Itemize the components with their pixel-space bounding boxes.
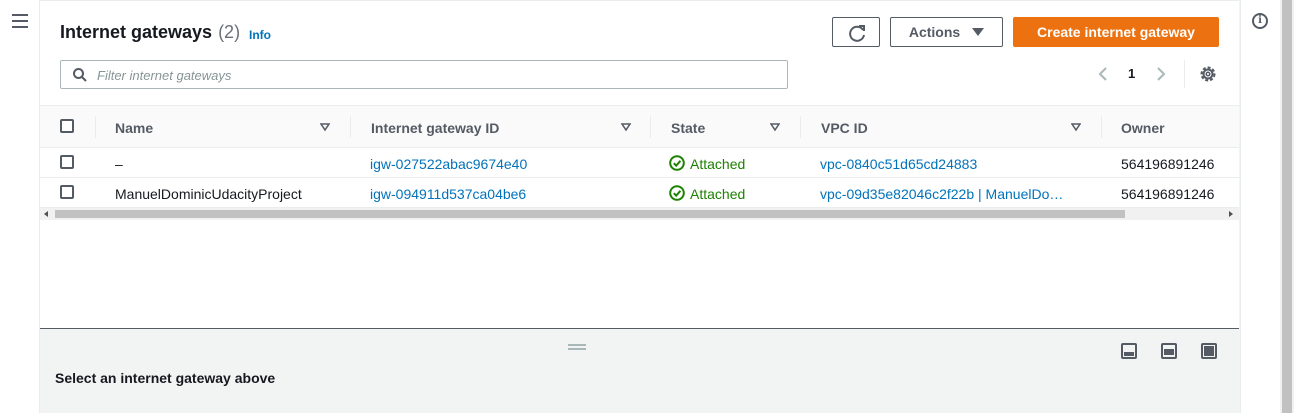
table-row[interactable]: ManuelDominicUdacityProject igw-094911d5… — [40, 178, 1239, 208]
current-page-number[interactable]: 1 — [1128, 66, 1135, 81]
page-title-text: Internet gateways — [60, 22, 213, 42]
column-divider — [95, 116, 96, 138]
sort-icon[interactable] — [770, 122, 780, 132]
left-navigation — [0, 0, 40, 413]
split-panel-message: Select an internet gateway above — [55, 370, 276, 386]
vpc-id-link[interactable]: vpc-0840c51d65cd24883 — [820, 156, 977, 172]
split-bottom-icon[interactable] — [1121, 343, 1137, 359]
page-vertical-scrollbar[interactable] — [1280, 0, 1294, 413]
column-header-state[interactable]: State — [671, 120, 705, 136]
search-input[interactable] — [95, 65, 775, 85]
scrollbar-thumb[interactable] — [55, 210, 1125, 218]
split-side-icon[interactable] — [1161, 343, 1177, 359]
row-owner: 564196891246 — [1121, 156, 1215, 172]
column-divider — [350, 116, 351, 138]
settings-icon[interactable] — [1199, 65, 1217, 83]
check-circle-icon — [669, 155, 685, 171]
row-name: – — [115, 156, 123, 172]
row-checkbox[interactable] — [60, 185, 74, 199]
sort-icon[interactable] — [621, 122, 631, 132]
page-scrollbar-thumb[interactable] — [1282, 0, 1292, 413]
row-checkbox[interactable] — [60, 155, 74, 169]
sort-icon[interactable] — [1071, 122, 1081, 132]
gateway-id-link[interactable]: igw-094911d537ca04be6 — [370, 186, 526, 202]
row-owner: 564196891246 — [1121, 186, 1215, 202]
page-title: Internet gateways (2) — [60, 22, 240, 43]
column-header-vpc-id[interactable]: VPC ID — [821, 120, 868, 136]
column-header-gateway-id[interactable]: Internet gateway ID — [371, 120, 499, 136]
internet-gateways-panel: Internet gateways (2) Info Actions Create… — [40, 0, 1239, 329]
state-status: Attached — [690, 156, 746, 172]
panel-top-border — [40, 0, 1239, 1]
column-divider — [1101, 116, 1102, 138]
actions-dropdown-button[interactable]: Actions — [890, 17, 1003, 47]
chevron-right-icon[interactable] — [1155, 66, 1167, 82]
table-row[interactable]: – igw-027522abac9674e40 Attached vpc-084… — [40, 148, 1239, 178]
column-divider — [800, 116, 801, 138]
sort-icon[interactable] — [320, 122, 330, 132]
actions-label: Actions — [908, 24, 961, 40]
row-name: ManuelDominicUdacityProject — [115, 186, 302, 202]
scroll-left-icon[interactable] — [44, 211, 48, 217]
search-icon — [73, 68, 87, 82]
caret-down-icon — [972, 28, 985, 36]
scroll-right-icon[interactable] — [1229, 211, 1233, 217]
column-divider — [650, 116, 651, 138]
check-circle-icon — [669, 185, 685, 201]
info-link[interactable]: Info — [249, 28, 271, 42]
split-off-icon[interactable] — [1201, 343, 1217, 359]
table-horizontal-scrollbar[interactable] — [40, 208, 1239, 220]
drag-handle-icon[interactable] — [568, 344, 586, 350]
column-header-owner[interactable]: Owner — [1121, 120, 1165, 136]
state-status: Attached — [690, 186, 746, 202]
column-header-name[interactable]: Name — [115, 120, 153, 136]
create-internet-gateway-button[interactable]: Create internet gateway — [1013, 17, 1219, 47]
menu-icon[interactable] — [12, 14, 28, 28]
gateway-id-link[interactable]: igw-027522abac9674e40 — [370, 156, 527, 172]
filter-search-box[interactable] — [60, 60, 788, 89]
pagination-divider — [1184, 60, 1185, 88]
split-panel: Select an internet gateway above — [40, 330, 1239, 413]
right-tools-panel: i — [1240, 0, 1280, 413]
info-circle-icon[interactable]: i — [1252, 13, 1268, 29]
refresh-button[interactable] — [832, 17, 880, 47]
table-header: Name Internet gateway ID State VPC ID Ow… — [40, 105, 1239, 148]
chevron-left-icon[interactable] — [1097, 66, 1109, 82]
refresh-icon — [849, 25, 865, 42]
create-label: Create internet gateway — [1037, 24, 1195, 40]
gateway-count: (2) — [218, 22, 241, 42]
vpc-id-link[interactable]: vpc-09d35e82046c2f22b | ManuelDo… — [820, 186, 1063, 202]
select-all-checkbox[interactable] — [60, 119, 74, 133]
